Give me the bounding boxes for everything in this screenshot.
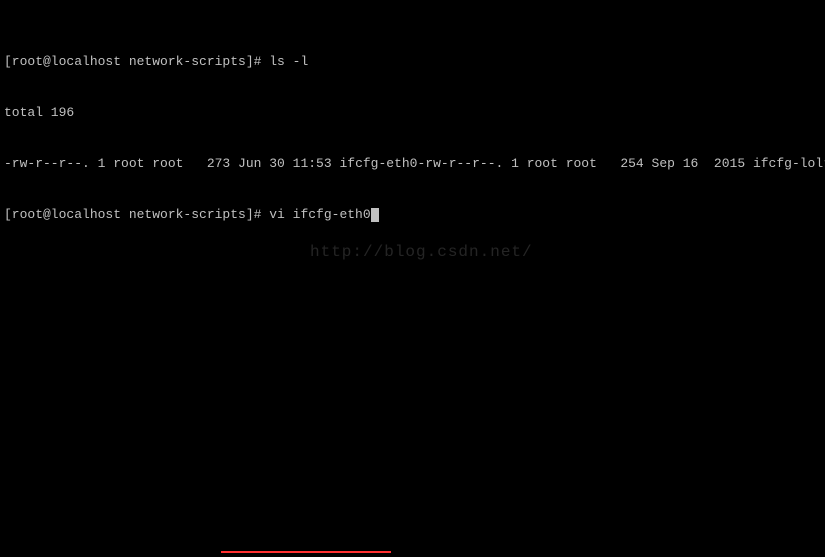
prompt-line-2: [root@localhost network-scripts]# vi ifc…	[4, 206, 821, 223]
file-meta: lrwxrwxrwx. 1 root root 24 Jun 30 11:45	[815, 156, 825, 171]
prompt-line-1: [root@localhost network-scripts]# ls -l	[4, 53, 821, 70]
total-line: total 196	[4, 104, 821, 121]
annotation-underline	[221, 551, 391, 553]
file-meta: -rw-r--r--. 1 root root 254 Sep 16 2015	[417, 156, 752, 171]
file-row: lrwxrwxrwx. 1 root root 24 Jun 30 11:45 …	[815, 156, 825, 171]
terminal-window[interactable]: http://blog.csdn.net/ [root@localhost ne…	[0, 0, 825, 259]
file-name: ifcfg-lo	[753, 156, 815, 171]
file-name: ifcfg-eth0	[339, 156, 417, 171]
file-listing: -rw-r--r--. 1 root root 273 Jun 30 11:53…	[4, 155, 821, 172]
file-meta: -rw-r--r--. 1 root root 273 Jun 30 11:53	[4, 156, 339, 171]
watermark-text: http://blog.csdn.net/	[310, 244, 533, 261]
file-row: -rw-r--r--. 1 root root 254 Sep 16 2015 …	[417, 156, 815, 171]
cursor-icon	[371, 208, 379, 222]
file-row: -rw-r--r--. 1 root root 273 Jun 30 11:53…	[4, 156, 417, 171]
